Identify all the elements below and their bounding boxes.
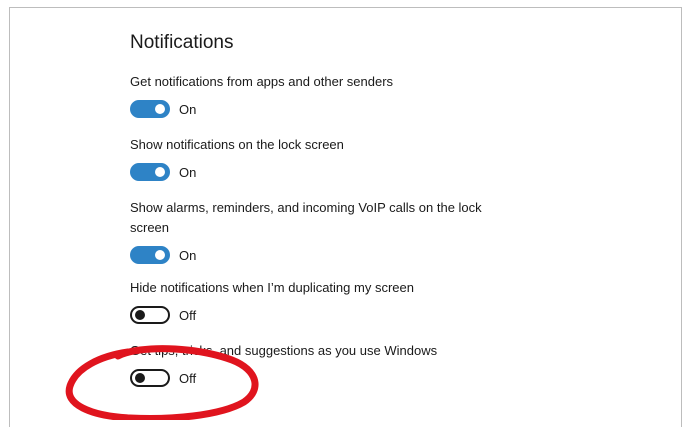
tips-tricks-suggestions-toggle[interactable]: [130, 369, 170, 387]
toggle-knob: [135, 310, 145, 320]
setting-lock-screen-notifications: Show notifications on the lock screen On: [130, 135, 500, 182]
lock-screen-notifications-toggle[interactable]: [130, 163, 170, 181]
toggle-knob: [155, 104, 165, 114]
toggle-knob: [155, 167, 165, 177]
toggle-state-label: Off: [179, 307, 197, 323]
setting-label: Get tips, tricks, and suggestions as you…: [130, 343, 438, 358]
toggle-knob: [155, 250, 165, 260]
setting-app-notifications: Get notifications from apps and other se…: [130, 72, 500, 119]
toggle-state-label: On: [179, 164, 197, 180]
setting-alarms-reminders-voip: Show alarms, reminders, and incoming VoI…: [130, 198, 500, 265]
alarms-reminders-voip-toggle[interactable]: [130, 246, 170, 264]
setting-hide-when-duplicating: Hide notifications when I’m duplicating …: [130, 278, 500, 325]
toggle-state-label: Off: [179, 370, 197, 386]
setting-label: Show notifications on the lock screen: [130, 137, 344, 152]
toggle-row: On: [130, 162, 500, 182]
page-title: Notifications: [130, 32, 234, 53]
toggle-knob: [135, 373, 145, 383]
setting-tips-tricks-suggestions: Get tips, tricks, and suggestions as you…: [130, 341, 500, 388]
setting-label: Show alarms, reminders, and incoming VoI…: [130, 200, 482, 235]
hide-when-duplicating-toggle[interactable]: [130, 306, 170, 324]
toggle-row: On: [130, 245, 500, 265]
toggle-row: Off: [130, 368, 500, 388]
toggle-state-label: On: [179, 101, 197, 117]
setting-label: Hide notifications when I’m duplicating …: [130, 280, 414, 295]
app-notifications-toggle[interactable]: [130, 100, 170, 118]
toggle-row: Off: [130, 305, 500, 325]
toggle-row: On: [130, 99, 500, 119]
setting-label: Get notifications from apps and other se…: [130, 74, 394, 89]
toggle-state-label: On: [179, 247, 197, 263]
